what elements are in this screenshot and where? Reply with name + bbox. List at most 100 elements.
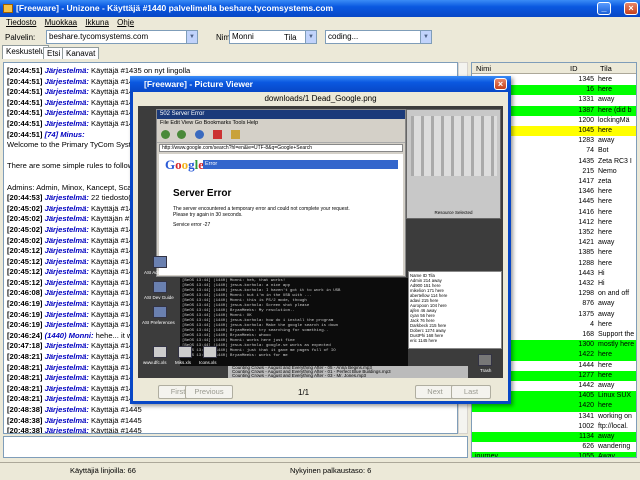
user-id: 1421 (578, 239, 594, 247)
user-status: here (598, 361, 613, 369)
mp3-list: Counting Crows - August and Everything A… (228, 365, 468, 378)
user-row[interactable]: 1002 ftp://local. (472, 421, 636, 433)
desktop-icon-label: ASI Preferences (142, 320, 175, 325)
chat-sender: Järjestelmä: (44, 97, 89, 107)
status-bar: Käyttäjiä linjoilla: 66 Nykyinen palkaus… (0, 462, 640, 480)
chat-sender: Järjestelmä: (44, 87, 89, 97)
server-label: Palvelin: (5, 33, 36, 42)
user-status: here (598, 208, 613, 216)
user-status: here (598, 259, 613, 267)
chat-sender: Järjestelmä: (44, 320, 89, 330)
browser-toolbar (157, 127, 405, 143)
desktop-icon (178, 346, 192, 358)
chat-sender: Järjestelmä: (44, 299, 89, 309)
user-status: Bot (598, 147, 609, 155)
chat-timestamp: [20:48:21] (7, 394, 43, 404)
screenshot-user-list: Name ID Tila Admin 214 away Ad900 151 he… (408, 271, 502, 349)
chevron-down-icon[interactable]: ▼ (420, 31, 431, 43)
user-row[interactable]: 626 wandering (472, 442, 636, 453)
chat-sender: Järjestelmä: (44, 383, 89, 393)
nick-value: Monni (232, 32, 254, 41)
user-id: 1412 (578, 218, 594, 226)
chat-sender: Järjestelmä: (44, 426, 89, 434)
screenshot-desktop: 502 Server Error File Edit View Go Bookm… (138, 106, 503, 378)
user-row[interactable]: 1134 away (472, 432, 636, 443)
menu-help[interactable]: Ohje (117, 18, 134, 27)
user-id: 1331 (578, 96, 594, 104)
user-id: 16 (586, 86, 594, 94)
chat-timestamp: [20:48:38] (7, 426, 43, 434)
menu-bar: Tiedosto Muokkaa Ikkuna Ohje (0, 17, 640, 28)
chat-sender: Järjestelmä: (44, 362, 89, 372)
menu-window[interactable]: Ikkuna (85, 18, 109, 27)
chat-sender: Järjestelmä: (44, 235, 89, 245)
viewer-image: 502 Server Error File Edit View Go Bookm… (138, 106, 503, 378)
user-id: 626 (582, 443, 594, 451)
user-status: here (598, 249, 613, 257)
user-name: journey (475, 453, 498, 458)
user-id: 1375 (578, 310, 594, 318)
column-id[interactable]: ID (570, 64, 578, 73)
user-status: away (598, 300, 615, 308)
chat-sender: Järjestelmä: (44, 415, 89, 425)
google-error-bar: Error (203, 160, 398, 169)
user-status: here (598, 351, 613, 359)
desktop-icon-label: Icons.xls (199, 360, 217, 365)
chat-sender: Järjestelmä: (44, 277, 89, 287)
chevron-down-icon[interactable]: ▼ (186, 31, 197, 43)
column-status[interactable]: Tila (600, 64, 612, 73)
last-button[interactable]: Last (451, 385, 491, 399)
user-row[interactable]: journey 1055 Away (472, 452, 636, 458)
google-logo: Google (165, 157, 205, 172)
chat-sender: Järjestelmä: (44, 256, 89, 266)
desktop-icon-label: ASI Admin Log (144, 270, 174, 275)
previous-button[interactable]: Previous (185, 385, 233, 399)
chat-sender: Järjestelmä: (44, 309, 89, 319)
menu-file[interactable]: Tiedosto (6, 18, 36, 27)
close-button[interactable]: × (624, 2, 638, 15)
status-label: Tila (284, 33, 297, 42)
user-status: zeta (598, 178, 612, 185)
user-row[interactable]: 1341 working on (472, 411, 636, 423)
server-select[interactable]: beshare.tycomsystems.com ▼ (46, 30, 198, 44)
app-icon (3, 4, 13, 13)
user-list-header: Nimi ID Tila (472, 63, 636, 74)
menu-edit[interactable]: Muokkaa (45, 18, 77, 27)
user-status: away (598, 96, 615, 104)
user-id: 4 (590, 320, 594, 328)
chat-timestamp: [20:46:19] (7, 320, 43, 330)
chat-line: [20:48:38] Järjestelmä: Käyttäjä #1445 (7, 416, 454, 427)
chevron-down-icon[interactable]: ▼ (305, 31, 316, 43)
tab-channels[interactable]: Kanavat (62, 47, 100, 59)
desktop-icon (153, 346, 167, 358)
user-status: Nemo (598, 167, 617, 175)
column-name[interactable]: Nimi (476, 64, 491, 73)
minimize-button[interactable]: _ (597, 2, 611, 15)
user-status: here (598, 320, 613, 328)
user-id: 1200 (578, 116, 594, 124)
browser-page: Google Error Server Error The server enc… (159, 154, 403, 275)
viewer-titlebar[interactable]: [Freeware] - Picture Viewer × (130, 76, 511, 92)
user-id: 1445 (578, 198, 594, 206)
chat-timestamp: [20:48:38] (7, 405, 43, 414)
window-titlebar[interactable]: [Freeware] - Unizone - Käyttäjä #1440 pa… (0, 0, 640, 17)
chat-timestamp: [20:48:21] (7, 362, 43, 372)
chat-line: [20:44:51] Järjestelmä: Käyttäjä #1435 o… (7, 66, 454, 77)
chat-sender: Järjestelmä: (44, 193, 89, 203)
picture-viewer-window[interactable]: [Freeware] - Picture Viewer × downloads/… (130, 76, 511, 404)
chat-timestamp: [20:44:51] (7, 129, 43, 139)
user-id: 1345 (578, 76, 594, 83)
nick-select[interactable]: Monni ▼ (229, 30, 317, 44)
user-id: 1432 (578, 280, 594, 287)
chat-timestamp: [20:44:51] (7, 118, 43, 128)
chat-input[interactable] (3, 436, 468, 458)
viewer-close-button[interactable]: × (494, 78, 507, 90)
user-id: 1385 (578, 249, 594, 257)
next-button[interactable]: Next (415, 385, 455, 399)
user-status: away (598, 310, 615, 318)
user-id: 1435 (578, 157, 594, 165)
status-select[interactable]: coding... ▼ (325, 30, 432, 44)
window-title: [Freeware] - Unizone - Käyttäjä #1440 pa… (16, 3, 333, 13)
user-id: 74 (586, 147, 594, 155)
user-id: 1300 (578, 341, 594, 349)
